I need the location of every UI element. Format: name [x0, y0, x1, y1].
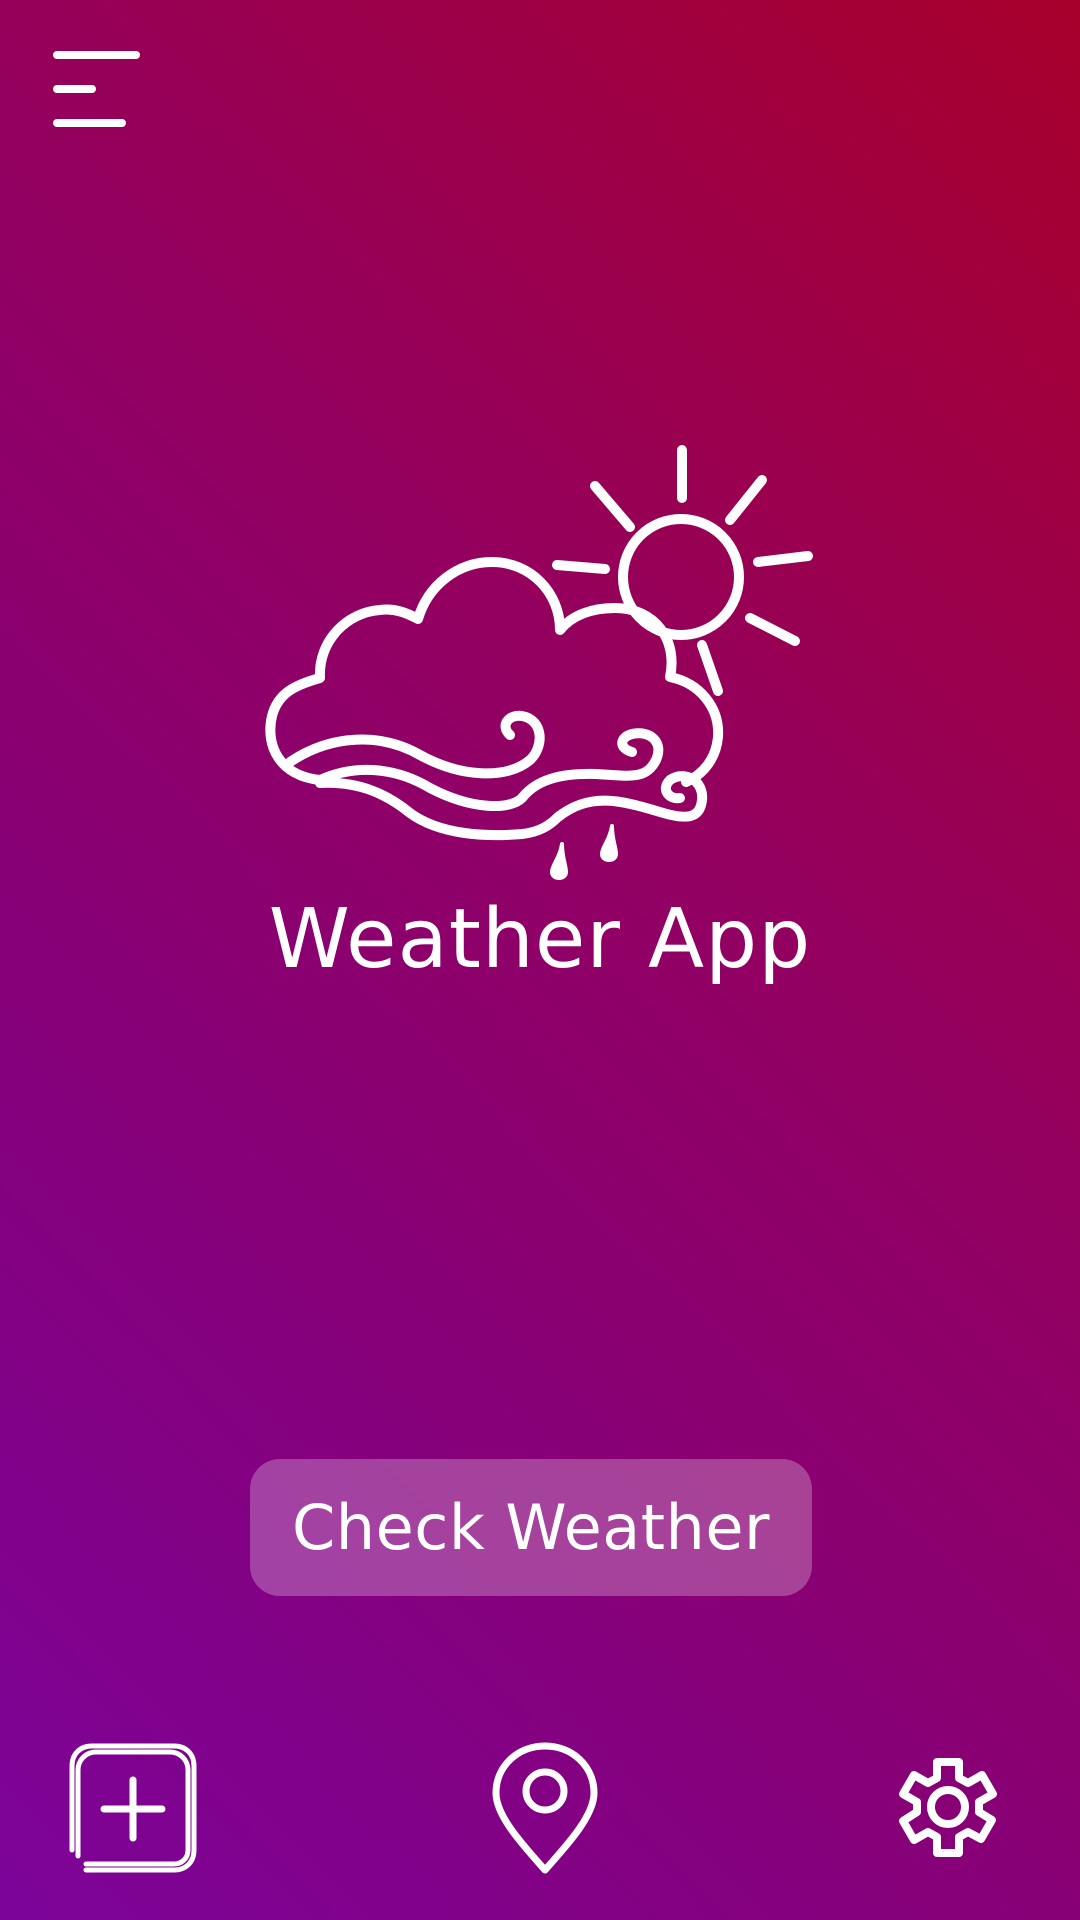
gear-icon [899, 1758, 997, 1857]
weather-illustration [260, 440, 820, 890]
cloud-sun-wind-rain-icon [265, 445, 813, 880]
location-button[interactable] [490, 1740, 600, 1876]
add-square-icon [69, 1743, 197, 1873]
hamburger-menu-icon [53, 51, 140, 127]
menu-button[interactable] [52, 46, 142, 132]
location-pin-icon [492, 1742, 598, 1874]
app-title: Weather App [268, 892, 812, 987]
check-weather-button[interactable]: Check Weather [250, 1459, 812, 1596]
add-location-button[interactable] [66, 1740, 200, 1876]
settings-button[interactable] [882, 1740, 1014, 1876]
